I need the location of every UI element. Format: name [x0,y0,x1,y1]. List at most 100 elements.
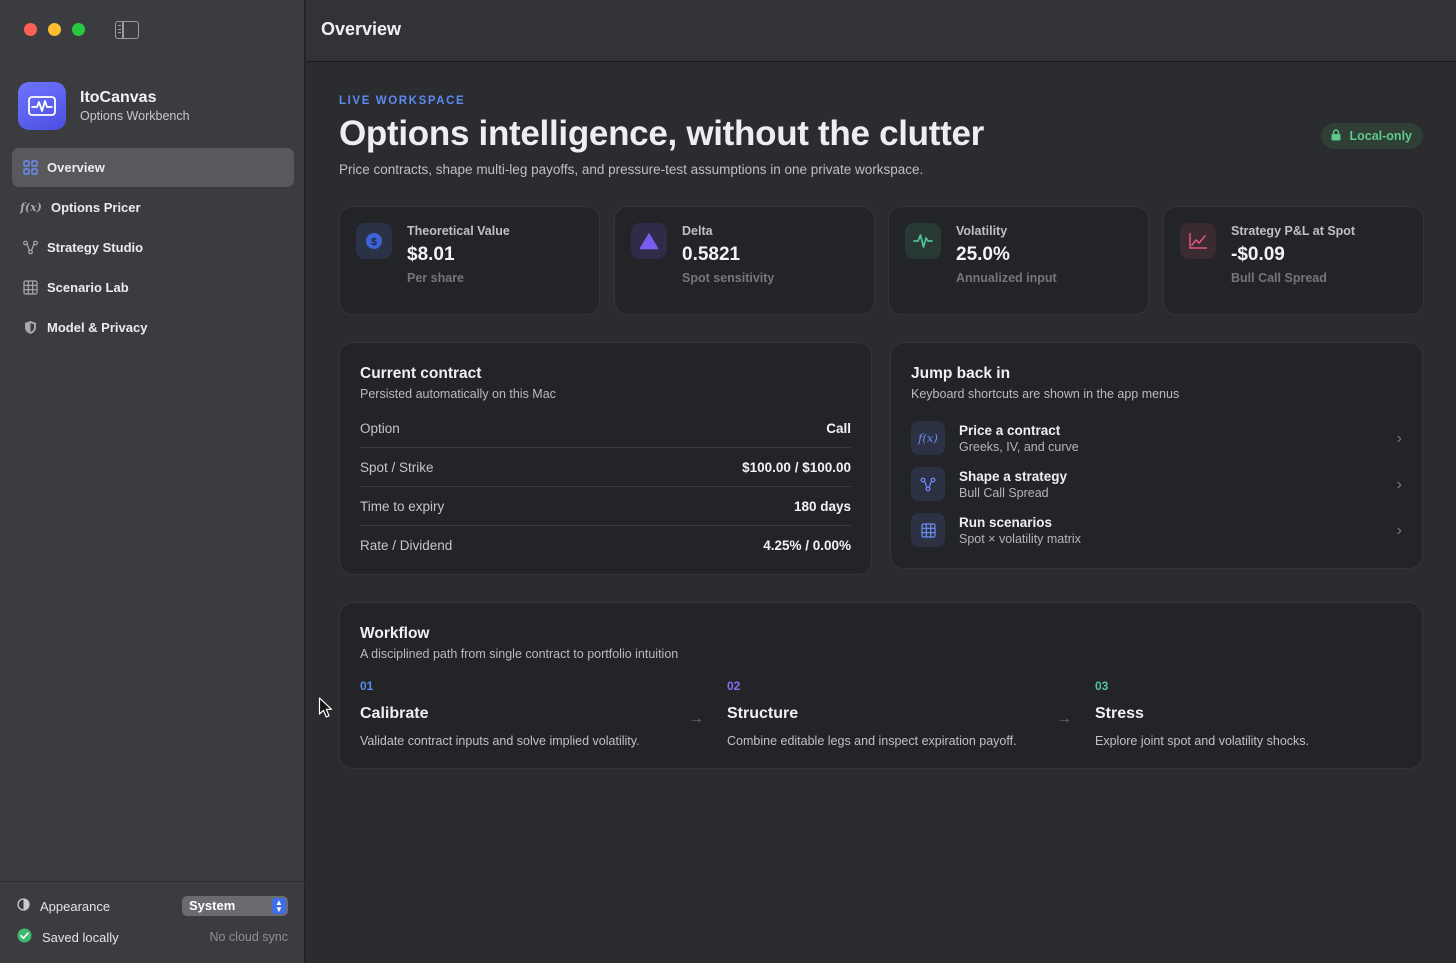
sidebar-item-label: Overview [47,160,105,175]
minimize-window-button[interactable] [48,23,61,36]
workflow-step-structure: 02 Structure Combine editable legs and i… [727,679,1047,748]
app-brand: ItoCanvas Options Workbench [18,82,190,130]
stat-note: Annualized input [956,271,1057,285]
step-description: Validate contract inputs and solve impli… [360,734,640,748]
contract-row-key: Option [360,420,400,436]
sidebar-item-model-privacy[interactable]: Model & Privacy [12,308,294,347]
contract-row-key: Spot / Strike [360,459,434,475]
sidebar-footer: Appearance System ▲ ▼ Saved locally No cl… [0,881,305,963]
contract-row-value: Call [826,420,851,436]
function-icon: f(x) [20,201,42,214]
function-icon: f(x) [911,421,945,455]
contract-row: Time to expiry 180 days [360,487,851,526]
jump-item-shape-strategy[interactable]: Shape a strategy Bull Call Spread › [911,464,1402,504]
current-contract-card: Current contract Persisted automatically… [339,342,872,575]
jump-back-in-card: Jump back in Keyboard shortcuts are show… [890,342,1423,569]
lock-icon [1331,128,1341,144]
close-window-button[interactable] [24,23,37,36]
sidebar-toggle-icon[interactable] [115,21,139,39]
title-bar: Overview [306,0,1456,62]
page-title: Overview [321,19,402,39]
stat-card-delta: Delta 0.5821 Spot sensitivity [614,206,875,315]
jump-item-title: Price a contract [959,422,1061,438]
chevron-updown-icon: ▲ ▼ [272,898,286,914]
contract-row-value: $100.00 / $100.00 [742,459,851,475]
main-content: LIVE WORKSPACE Options intelligence, wit… [306,62,1456,963]
step-number: 01 [360,679,374,693]
stat-label: Delta [682,224,713,238]
arrow-right-icon: → [688,710,704,727]
workflow-card: Workflow A disciplined path from single … [339,602,1423,769]
shield-icon [22,319,39,336]
contract-row-key: Rate / Dividend [360,538,453,553]
jump-item-run-scenarios[interactable]: Run scenarios Spot × volatility matrix › [911,510,1402,550]
stat-value: 25.0% [956,244,1010,265]
stat-note: Per share [407,271,464,285]
zoom-window-button[interactable] [72,23,85,36]
stat-value: $8.01 [407,244,455,265]
contract-row: Option Call [360,409,851,448]
local-only-badge: Local-only [1321,123,1423,149]
stat-card-volatility: Volatility 25.0% Annualized input [888,206,1149,315]
app-logo-icon [18,82,66,130]
contract-row-value: 4.25% / 0.00% [763,538,851,553]
card-title: Jump back in [911,365,1011,382]
appearance-select[interactable]: System ▲ ▼ [182,896,288,916]
step-description: Combine editable legs and inspect expira… [727,734,1017,748]
stat-value: 0.5821 [682,244,741,265]
hero-title: Options intelligence, without the clutte… [339,114,984,153]
jump-item-subtitle: Bull Call Spread [959,485,1049,500]
stat-card-theoretical-value: $ Theoretical Value $8.01 Per share [339,206,600,315]
stat-label: Theoretical Value [407,224,510,238]
contract-row: Spot / Strike $100.00 / $100.00 [360,448,851,487]
sidebar-item-options-pricer[interactable]: f(x) Options Pricer [12,188,294,227]
jump-item-subtitle: Greeks, IV, and curve [959,439,1079,454]
stat-note: Spot sensitivity [682,271,775,285]
card-subtitle: Persisted automatically on this Mac [360,387,556,401]
sidebar-item-strategy-studio[interactable]: Strategy Studio [12,228,294,267]
cloud-sync-status: No cloud sync [209,930,288,944]
stat-label: Volatility [956,224,1008,238]
stat-note: Bull Call Spread [1231,271,1327,285]
card-subtitle: A disciplined path from single contract … [360,647,679,661]
table-grid-icon [911,513,945,547]
step-number: 02 [727,679,741,693]
step-title: Stress [1095,705,1144,722]
app-subtitle: Options Workbench [80,109,190,123]
sidebar-item-label: Strategy Studio [47,240,144,255]
stat-value: -$0.09 [1231,244,1285,265]
jump-item-subtitle: Spot × volatility matrix [959,531,1081,546]
nodes-icon [22,239,39,256]
grid-icon [22,159,39,176]
step-number: 03 [1095,679,1109,693]
nodes-icon [911,467,945,501]
appearance-label: Appearance [40,898,111,914]
sidebar-item-overview[interactable]: Overview [12,148,294,187]
sidebar-item-label: Model & Privacy [47,320,148,335]
chart-line-icon [1180,223,1216,259]
card-subtitle: Keyboard shortcuts are shown in the app … [911,387,1180,401]
table-grid-icon [22,279,39,296]
hero-subtitle: Price contracts, shape multi-leg payoffs… [339,162,924,177]
triangle-icon [631,223,667,259]
step-description: Explore joint spot and volatility shocks… [1095,734,1309,748]
jump-item-price-contract[interactable]: f(x) Price a contract Greeks, IV, and cu… [911,418,1402,458]
jump-item-title: Run scenarios [959,514,1053,530]
stat-card-strategy-pnl: Strategy P&L at Spot -$0.09 Bull Call Sp… [1163,206,1424,315]
chevron-right-icon: › [1396,522,1402,539]
sidebar: ItoCanvas Options Workbench Overview f(x… [0,0,305,963]
jump-item-title: Shape a strategy [959,468,1068,484]
saved-locally-label: Saved locally [42,929,119,945]
dollar-icon: $ [356,223,392,259]
sidebar-nav: Overview f(x) Options Pricer Strategy St… [12,148,294,348]
sidebar-item-scenario-lab[interactable]: Scenario Lab [12,268,294,307]
stat-label: Strategy P&L at Spot [1231,224,1356,238]
card-title: Workflow [360,625,430,642]
appearance-icon [17,898,30,914]
badge-label: Local-only [1349,129,1412,143]
contract-row: Rate / Dividend 4.25% / 0.00% [360,526,851,565]
card-title: Current contract [360,365,482,382]
app-name: ItoCanvas [80,89,157,106]
contract-row-value: 180 days [793,498,851,514]
step-title: Calibrate [360,705,429,722]
